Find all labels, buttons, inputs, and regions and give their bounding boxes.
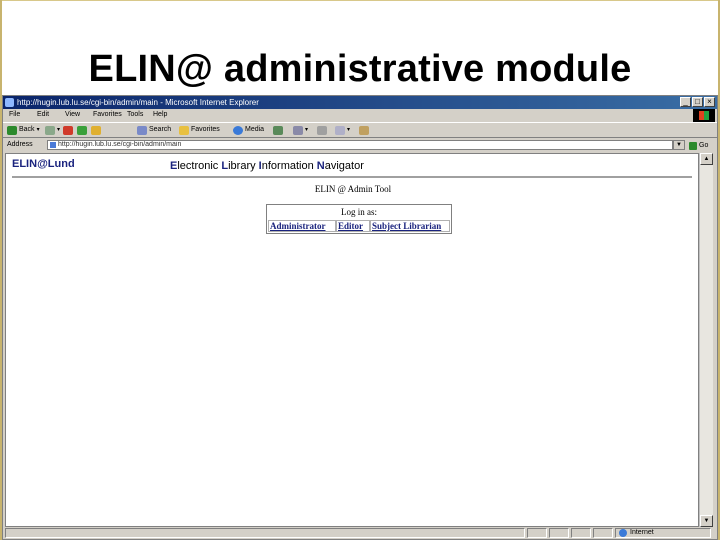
- menu-help[interactable]: Help: [153, 109, 167, 121]
- maximize-button[interactable]: □: [692, 97, 703, 107]
- window-titlebar[interactable]: http://hugin.lub.lu.se/cgi-bin/admin/mai…: [3, 96, 717, 109]
- login-subject-librarian-link[interactable]: Subject Librarian: [370, 220, 450, 232]
- edit-page-icon: [335, 125, 345, 135]
- menu-view[interactable]: View: [65, 109, 80, 121]
- go-label: Go: [699, 142, 709, 149]
- refresh-icon: [77, 125, 87, 135]
- address-bar: Address http://hugin.lub.lu.se/cgi-bin/a…: [3, 138, 717, 152]
- home-button[interactable]: [91, 123, 101, 137]
- mail-icon: [293, 125, 303, 135]
- stop-icon: [63, 125, 73, 135]
- window-controls: _ □ ×: [680, 97, 715, 107]
- menu-file[interactable]: File: [9, 109, 20, 121]
- search-label: Search: [149, 126, 172, 133]
- login-roles-row: Administrator Editor Subject Librarian: [268, 220, 450, 232]
- windows-logo-icon: [693, 109, 715, 122]
- back-button[interactable]: Back ▾: [7, 123, 40, 137]
- header-title: Electronic Library Information Navigator: [170, 160, 364, 172]
- media-label: Media: [245, 126, 265, 133]
- login-label: Log in as:: [341, 207, 377, 217]
- back-arrow-icon: [7, 125, 17, 135]
- scroll-up-button[interactable]: ▲: [700, 153, 713, 165]
- home-icon: [91, 125, 101, 135]
- edit-dropdown-icon: ▾: [347, 127, 351, 133]
- zone-label: Internet: [630, 529, 654, 536]
- login-editor-link[interactable]: Editor: [336, 220, 370, 232]
- logo-suffix: Lund: [47, 158, 75, 170]
- menubar: File Edit View Favorites Tools Help: [3, 109, 717, 121]
- forward-dropdown-icon: ▾: [57, 127, 61, 133]
- address-value: http://hugin.lub.lu.se/cgi-bin/admin/mai…: [58, 141, 182, 148]
- elin-lund-logo[interactable]: ELIN@Lund: [12, 158, 75, 170]
- go-button[interactable]: Go: [689, 139, 708, 153]
- slide-title: ELIN@ administrative module: [88, 48, 632, 90]
- history-button[interactable]: [273, 123, 283, 137]
- history-icon: [273, 125, 283, 135]
- address-input[interactable]: http://hugin.lub.lu.se/cgi-bin/admin/mai…: [47, 140, 673, 150]
- back-label: Back: [19, 126, 35, 133]
- scroll-down-button[interactable]: ▼: [700, 515, 713, 527]
- mail-dropdown-icon: ▾: [305, 127, 309, 133]
- edit-page-button[interactable]: ▾: [335, 123, 350, 137]
- status-segment-1: [527, 528, 547, 538]
- print-button[interactable]: [317, 123, 327, 137]
- address-label: Address: [7, 141, 33, 148]
- page-icon: [50, 142, 56, 148]
- logo-prefix: ELIN: [12, 158, 38, 170]
- header-divider: [12, 176, 692, 178]
- login-table: Log in as: Administrator Editor Subject …: [266, 204, 452, 234]
- window-title: http://hugin.lub.lu.se/cgi-bin/admin/mai…: [17, 98, 259, 107]
- browser-window: http://hugin.lub.lu.se/cgi-bin/admin/mai…: [2, 95, 718, 540]
- forward-arrow-icon: [45, 125, 55, 135]
- media-icon: [233, 125, 243, 135]
- toolbar: Back ▾ ▾ Search Favorites Media ▾ ▾: [3, 122, 717, 138]
- discuss-icon: [359, 125, 369, 135]
- menu-edit[interactable]: Edit: [37, 109, 49, 121]
- media-button[interactable]: Media: [233, 123, 264, 137]
- search-icon: [137, 125, 147, 135]
- discuss-button[interactable]: [359, 123, 369, 137]
- vertical-scrollbar[interactable]: ▲ ▼: [699, 153, 713, 527]
- status-text-area: [5, 528, 525, 538]
- print-icon: [317, 125, 327, 135]
- refresh-button[interactable]: [77, 123, 87, 137]
- menu-favorites[interactable]: Favorites: [93, 109, 122, 121]
- status-bar: Internet: [3, 527, 717, 539]
- back-dropdown-icon: ▾: [36, 127, 40, 133]
- forward-button[interactable]: ▾: [45, 123, 60, 137]
- login-administrator-link[interactable]: Administrator: [268, 220, 336, 232]
- close-button[interactable]: ×: [704, 97, 715, 107]
- internet-explorer-icon: [5, 98, 14, 107]
- go-arrow-icon: [689, 142, 697, 150]
- globe-icon: [619, 529, 627, 537]
- mail-button[interactable]: ▾: [293, 123, 308, 137]
- favorites-button[interactable]: Favorites: [179, 123, 220, 137]
- logo-at: @: [37, 158, 48, 170]
- favorites-star-icon: [179, 125, 189, 135]
- favorites-label: Favorites: [191, 126, 220, 133]
- slide-border-top: [0, 0, 720, 1]
- admin-tool-title: ELIN @ Admin Tool: [314, 184, 392, 194]
- page-viewport: ELIN@Lund Electronic Library Information…: [5, 153, 699, 527]
- stop-button[interactable]: [63, 123, 73, 137]
- minimize-button[interactable]: _: [680, 97, 691, 107]
- status-segment-3: [571, 528, 591, 538]
- status-segment-2: [549, 528, 569, 538]
- search-button[interactable]: Search: [137, 123, 171, 137]
- menu-tools[interactable]: Tools: [127, 109, 143, 121]
- security-zone: Internet: [619, 527, 654, 539]
- status-segment-4: [593, 528, 613, 538]
- address-dropdown-button[interactable]: ▼: [673, 140, 685, 150]
